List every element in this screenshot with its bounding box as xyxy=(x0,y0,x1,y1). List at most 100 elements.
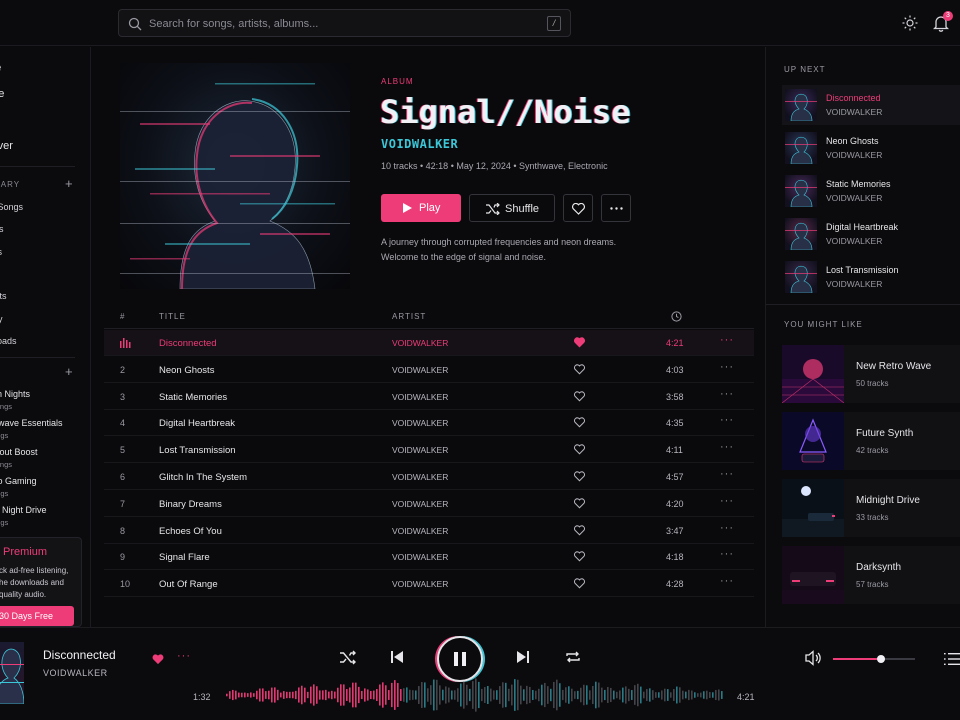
premium-trial-button[interactable]: 30 Days Free xyxy=(0,606,74,626)
playlist-name[interactable]: on Nights xyxy=(0,389,30,399)
heart-icon[interactable] xyxy=(152,654,164,665)
track-artist[interactable]: VOIDWALKER xyxy=(392,418,448,428)
library-item[interactable]: ists xyxy=(0,224,4,234)
up-next-item[interactable]: Disconnected VOIDWALKER xyxy=(782,85,960,125)
more-icon[interactable]: ··· xyxy=(720,361,734,373)
more-icon[interactable]: ··· xyxy=(720,495,734,507)
shuffle-icon[interactable] xyxy=(339,648,357,666)
now-playing-artist[interactable]: VOIDWALKER xyxy=(43,668,108,678)
now-playing-title[interactable]: Disconnected xyxy=(43,648,116,662)
track-row[interactable]: 10 Out Of Range VOIDWALKER 4:28 ··· xyxy=(104,571,754,598)
track-title[interactable]: Neon Ghosts xyxy=(159,365,214,376)
track-artist[interactable]: VOIDWALKER xyxy=(392,472,448,482)
up-next-item[interactable]: Neon Ghosts VOIDWALKER xyxy=(782,128,960,168)
volume-slider[interactable] xyxy=(833,655,915,663)
next-icon[interactable] xyxy=(514,648,532,666)
heart-icon[interactable] xyxy=(574,444,585,455)
queue-icon[interactable] xyxy=(944,652,960,666)
more-icon[interactable]: ··· xyxy=(720,468,734,480)
recommended-playlist-card[interactable]: New Retro Wave 50 tracks xyxy=(782,345,960,403)
heart-icon[interactable] xyxy=(574,364,585,375)
search-input[interactable] xyxy=(149,14,529,34)
heart-icon[interactable] xyxy=(574,337,585,348)
recommended-playlist-card[interactable]: Darksynth 57 tracks xyxy=(782,546,960,604)
header-artist[interactable]: ARTIST xyxy=(392,312,426,321)
up-next-item[interactable]: Static Memories VOIDWALKER xyxy=(782,171,960,211)
more-icon[interactable]: ··· xyxy=(720,575,734,587)
more-icon[interactable]: ··· xyxy=(720,441,734,453)
library-item[interactable]: ms xyxy=(0,247,2,257)
track-title[interactable]: Signal Flare xyxy=(159,552,210,563)
now-playing-cover[interactable] xyxy=(0,642,24,704)
more-icon[interactable]: ··· xyxy=(720,548,734,560)
track-title[interactable]: Glitch In The System xyxy=(159,472,247,483)
track-row[interactable]: 5 Lost Transmission VOIDWALKER 4:11 ··· xyxy=(104,437,754,464)
track-title[interactable]: Echoes Of You xyxy=(159,526,222,537)
track-artist[interactable]: VOIDWALKER xyxy=(392,445,448,455)
track-artist[interactable]: VOIDWALKER xyxy=(392,338,448,348)
more-icon[interactable]: ··· xyxy=(720,414,734,426)
track-artist[interactable]: VOIDWALKER xyxy=(392,552,448,562)
track-row[interactable]: Disconnected VOIDWALKER 4:21 ··· xyxy=(104,330,754,356)
track-row[interactable]: 4 Digital Heartbreak VOIDWALKER 4:35 ··· xyxy=(104,410,754,437)
heart-icon[interactable] xyxy=(574,551,585,562)
track-title[interactable]: Disconnected xyxy=(159,338,217,349)
heart-icon[interactable] xyxy=(574,578,585,589)
repeat-icon[interactable] xyxy=(564,648,582,666)
recommended-playlist-card[interactable]: Midnight Drive 33 tracks xyxy=(782,479,960,537)
play-button[interactable]: Play xyxy=(381,194,461,222)
recommended-playlist-card[interactable]: Future Synth 42 tracks xyxy=(782,412,960,470)
shuffle-button[interactable]: Shuffle xyxy=(469,194,555,222)
heart-icon[interactable] xyxy=(574,498,585,509)
prev-icon[interactable] xyxy=(388,648,406,666)
heart-icon[interactable] xyxy=(574,471,585,482)
track-row[interactable]: 7 Binary Dreams VOIDWALKER 4:20 ··· xyxy=(104,491,754,517)
track-row[interactable]: 3 Static Memories VOIDWALKER 3:58 ··· xyxy=(104,384,754,410)
playlist-name[interactable]: rkout Boost xyxy=(0,447,38,457)
playlist-name[interactable]: te Night Drive xyxy=(0,505,47,515)
header-title[interactable]: TITLE xyxy=(159,312,186,321)
nav-item-explore[interactable]: lore xyxy=(0,88,4,100)
nav-item-discover[interactable]: cover xyxy=(0,140,13,152)
track-title[interactable]: Lost Transmission xyxy=(159,445,236,456)
library-item[interactable]: asts xyxy=(0,291,7,301)
track-row[interactable]: 8 Echoes Of You VOIDWALKER 3:47 ··· xyxy=(104,518,754,544)
up-next-item[interactable]: Lost Transmission VOIDWALKER xyxy=(782,257,960,297)
track-title[interactable]: Digital Heartbreak xyxy=(159,418,235,429)
heart-icon[interactable] xyxy=(574,417,585,428)
track-artist[interactable]: VOIDWALKER xyxy=(392,392,448,402)
track-title[interactable]: Out Of Range xyxy=(159,579,218,590)
more-icon[interactable]: ··· xyxy=(720,388,734,400)
track-title[interactable]: Binary Dreams xyxy=(159,499,222,510)
library-item[interactable]: d Songs xyxy=(0,202,23,212)
more-options-button[interactable] xyxy=(601,194,631,222)
heart-icon[interactable] xyxy=(574,524,585,536)
track-title[interactable]: Static Memories xyxy=(159,392,227,403)
more-icon[interactable]: ··· xyxy=(720,334,734,346)
track-row[interactable]: 2 Neon Ghosts VOIDWALKER 4:03 ··· xyxy=(104,357,754,383)
track-artist[interactable]: VOIDWALKER xyxy=(392,365,448,375)
waveform-progress[interactable] xyxy=(226,676,724,714)
track-row[interactable]: 6 Glitch In The System VOIDWALKER 4:57 ··· xyxy=(104,464,754,490)
search-box[interactable]: / xyxy=(118,9,571,37)
volume-knob[interactable] xyxy=(876,655,885,663)
sun-icon[interactable] xyxy=(902,15,918,31)
add-playlist-button[interactable]: + xyxy=(65,365,73,378)
track-row[interactable]: 9 Signal Flare VOIDWALKER 4:18 ··· xyxy=(104,544,754,571)
playlist-name[interactable]: tro Gaming xyxy=(0,476,37,486)
heart-icon[interactable] xyxy=(574,390,585,402)
more-icon[interactable]: ··· xyxy=(720,522,734,534)
nav-item-home[interactable]: me xyxy=(0,62,1,74)
add-library-button[interactable]: + xyxy=(65,177,73,190)
up-next-item[interactable]: Digital Heartbreak VOIDWALKER xyxy=(782,214,960,254)
volume-icon[interactable] xyxy=(805,650,823,666)
library-item[interactable]: nloads xyxy=(0,336,17,346)
more-icon[interactable]: ··· xyxy=(177,650,191,662)
like-album-button[interactable] xyxy=(563,194,593,222)
album-artist[interactable]: VOIDWALKER xyxy=(381,137,458,151)
track-artist[interactable]: VOIDWALKER xyxy=(392,526,448,536)
track-artist[interactable]: VOIDWALKER xyxy=(392,579,448,589)
track-artist[interactable]: VOIDWALKER xyxy=(392,499,448,509)
playlist-name[interactable]: illwave Essentials xyxy=(0,418,63,428)
library-item[interactable]: ory xyxy=(0,314,3,324)
